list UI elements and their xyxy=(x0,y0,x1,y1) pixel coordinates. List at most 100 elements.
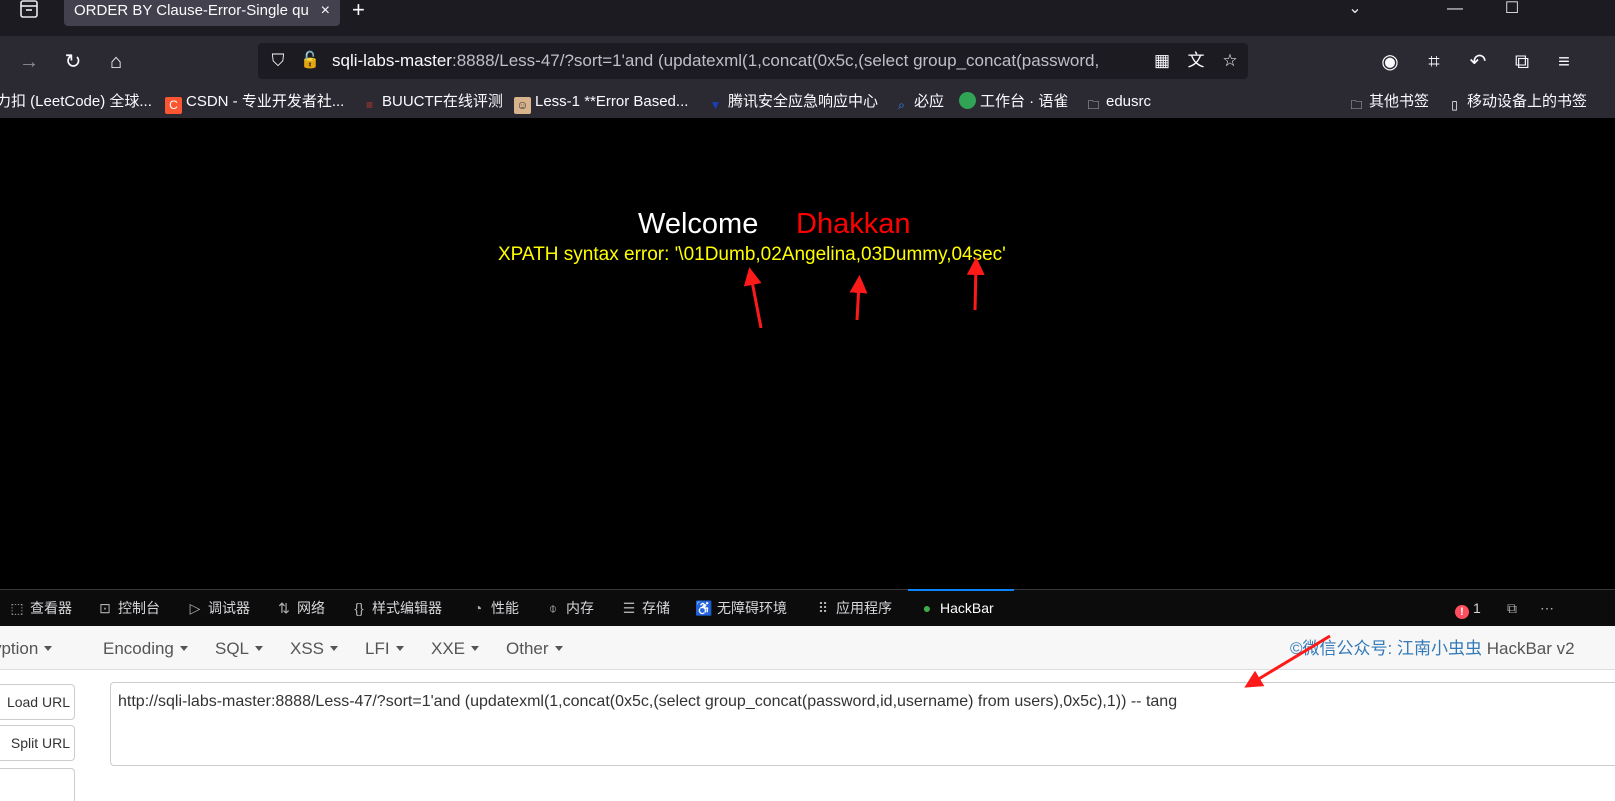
devtools-tab-performance[interactable]: ◔ 性能 xyxy=(469,598,519,618)
dock-side-icon[interactable]: ⧉ xyxy=(1503,598,1525,618)
bookmark-other[interactable]: 🗀 其他书签 xyxy=(1348,92,1429,112)
application-icon: ⠿ xyxy=(817,600,829,616)
menu-encryption[interactable]: Encryption xyxy=(0,639,53,659)
undo-icon[interactable]: ↶ xyxy=(1465,49,1491,75)
load-url-button[interactable]: Load URL xyxy=(0,684,75,720)
url-path: :8888/Less-47/?sort=1'and (updatexml(1,c… xyxy=(451,51,1100,70)
maximize-icon[interactable]: ☐ xyxy=(1502,0,1522,18)
split-url-label: Split URL xyxy=(10,735,70,751)
home-icon[interactable]: ⌂ xyxy=(103,49,129,75)
more-options-icon[interactable]: ⋯ xyxy=(1538,598,1560,618)
caret-down-icon xyxy=(330,646,339,651)
screenshot-icon[interactable]: ⌗ xyxy=(1421,49,1447,75)
tab-label: 样式编辑器 xyxy=(372,600,442,616)
bookmark-label: 必应 xyxy=(914,93,945,110)
bookmark-star-icon[interactable]: ☆ xyxy=(1218,49,1242,73)
bookmark-label: 腾讯安全应急响应中心 xyxy=(728,93,879,110)
tab-title: ORDER BY Clause-Error-Single qu xyxy=(74,2,309,19)
extensions-icon[interactable]: ⧉ xyxy=(1509,49,1535,75)
welcome-text: Welcome xyxy=(638,208,759,240)
chevron-down-icon[interactable]: ⌄ xyxy=(1345,0,1365,18)
devtools-tab-accessibility[interactable]: ♿ 无障碍环境 xyxy=(695,598,787,618)
tab-list-icon[interactable] xyxy=(14,0,44,24)
browser-window: ORDER BY Clause-Error-Single qu × + ⌄ — … xyxy=(0,0,1615,801)
devtools-tab-inspector[interactable]: ⬚ 查看器 xyxy=(8,598,72,618)
error-counter[interactable]: ! 1 xyxy=(1455,598,1481,619)
performance-icon: ◔ xyxy=(473,600,483,616)
menu-label: Other xyxy=(506,639,549,658)
hackbar-icon: ● xyxy=(922,600,932,616)
mobile-icon: ▯ xyxy=(1451,98,1458,112)
bookmark-label: edusrc xyxy=(1106,93,1152,110)
bookmark-label: 力扣 (LeetCode) 全球... xyxy=(0,93,152,110)
menu-other[interactable]: Other xyxy=(506,639,563,659)
devtools-tab-storage[interactable]: ☰ 存储 xyxy=(620,598,670,618)
navigation-bar: → ↻ ⌂ ⛉ 🔓 sqli-labs-master:8888/Less-47/… xyxy=(0,36,1615,86)
tab-label: 无障碍环境 xyxy=(717,600,787,616)
storage-icon: ☰ xyxy=(622,600,636,616)
search-icon: ⌕ xyxy=(898,98,905,112)
tab-label: 应用程序 xyxy=(836,600,892,616)
minimize-icon[interactable]: — xyxy=(1445,0,1465,18)
memory-icon: ⌽ xyxy=(548,600,558,616)
bookmark-label: CSDN - 专业开发者社... xyxy=(186,93,345,110)
tab-label: 性能 xyxy=(491,600,519,616)
tab-label: 调试器 xyxy=(208,600,250,616)
devtools-tab-memory[interactable]: ⌽ 内存 xyxy=(544,598,594,618)
translate-icon[interactable]: 文 xyxy=(1184,49,1208,73)
devtools-tab-style-editor[interactable]: {} 样式编辑器 xyxy=(350,598,442,618)
credit-text: HackBar v2 xyxy=(1481,639,1575,658)
shield-icon[interactable]: ⛉ xyxy=(266,49,290,73)
menu-label: Encoding xyxy=(103,639,174,658)
menu-label: SQL xyxy=(215,639,250,658)
error-icon: ! xyxy=(1455,605,1469,619)
caret-down-icon xyxy=(471,646,480,651)
bookmark-csdn[interactable]: C CSDN - 专业开发者社... xyxy=(165,92,345,114)
devtools-tab-console[interactable]: ⊡ 控制台 xyxy=(96,598,160,618)
devtools-tab-debugger[interactable]: ▷ 调试器 xyxy=(186,598,250,618)
url-text[interactable]: sqli-labs-master:8888/Less-47/?sort=1'an… xyxy=(332,50,1138,72)
account-icon[interactable]: ◉ xyxy=(1377,49,1403,75)
menu-encoding[interactable]: Encoding xyxy=(103,639,188,659)
menu-xss[interactable]: XSS xyxy=(290,639,339,659)
bookmark-bing[interactable]: ⌕ 必应 xyxy=(893,92,944,112)
bookmark-leetcode[interactable]: 力扣 (LeetCode) 全球... xyxy=(0,92,152,112)
bookmark-buuctf[interactable]: ≡ BUUCTF在线评测 xyxy=(361,92,503,112)
new-tab-icon[interactable]: + xyxy=(352,0,365,21)
execute-button[interactable] xyxy=(0,768,75,801)
credit-link[interactable]: ©微信公众号: 江南小虫虫 xyxy=(1290,639,1482,658)
welcome-name: Dhakkan xyxy=(796,208,911,240)
qr-code-icon[interactable]: ▦ xyxy=(1150,49,1174,73)
menu-lfi[interactable]: LFI xyxy=(365,639,404,659)
tab-strip: ORDER BY Clause-Error-Single qu × + ⌄ — … xyxy=(0,0,1615,36)
bookmark-mobile[interactable]: ▯ 移动设备上的书签 xyxy=(1446,92,1587,112)
buuctf-icon: ≡ xyxy=(365,98,373,112)
url-textarea[interactable]: http://sqli-labs-master:8888/Less-47/?so… xyxy=(110,682,1615,766)
close-icon[interactable]: × xyxy=(321,1,330,21)
insecure-lock-icon[interactable]: 🔓 xyxy=(298,49,322,73)
bookmark-tencent[interactable]: ▼ 腾讯安全应急响应中心 xyxy=(707,92,878,112)
bookmark-edusrc[interactable]: 🗀 edusrc xyxy=(1085,92,1151,112)
caret-down-icon xyxy=(44,646,53,651)
bookmark-less1[interactable]: ☺ Less-1 **Error Based... xyxy=(514,92,688,114)
style-editor-icon: {} xyxy=(354,600,364,616)
menu-icon[interactable]: ≡ xyxy=(1551,49,1577,75)
caret-down-icon xyxy=(179,646,188,651)
devtools-tab-application[interactable]: ⠿ 应用程序 xyxy=(814,598,892,618)
tab-active[interactable]: ORDER BY Clause-Error-Single qu × xyxy=(64,0,340,26)
reload-icon[interactable]: ↻ xyxy=(60,49,86,75)
bookmark-label: 工作台 · 语雀 xyxy=(980,93,1069,110)
error-count: 1 xyxy=(1473,600,1481,616)
url-bar[interactable]: ⛉ 🔓 sqli-labs-master:8888/Less-47/?sort=… xyxy=(258,43,1248,79)
bookmark-yuque[interactable]: 工作台 · 语雀 xyxy=(959,92,1068,112)
forward-icon[interactable]: → xyxy=(16,49,42,75)
accessibility-icon: ♿ xyxy=(695,600,713,616)
devtools-tab-hackbar[interactable]: ● HackBar xyxy=(918,598,994,618)
menu-xxe[interactable]: XXE xyxy=(431,639,480,659)
menu-sql[interactable]: SQL xyxy=(215,639,264,659)
bookmarks-toolbar: 力扣 (LeetCode) 全球... C CSDN - 专业开发者社... ≡ B… xyxy=(0,86,1615,118)
split-url-button[interactable]: Split URL xyxy=(0,725,75,761)
bookmark-label: BUUCTF在线评测 xyxy=(382,93,503,110)
menu-label: XXE xyxy=(431,639,466,658)
devtools-tab-network[interactable]: ⇅ 网络 xyxy=(275,598,325,618)
